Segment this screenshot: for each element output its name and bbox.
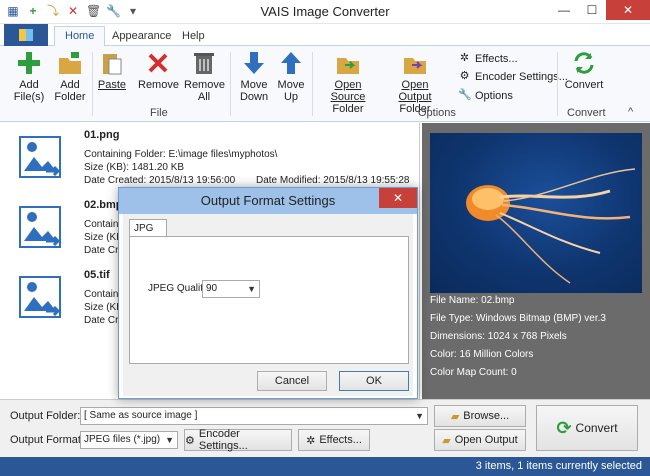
output-panel: Output Folder: [ Same as source image ] ▼… bbox=[0, 399, 650, 457]
group-file-label: File bbox=[150, 107, 168, 119]
add-icon bbox=[18, 52, 40, 74]
jellyfish-image bbox=[466, 168, 636, 284]
file-name: 05.tif bbox=[84, 269, 110, 281]
file-size: Size (KB): 1481.20 KB bbox=[84, 162, 185, 173]
list-item[interactable]: 01.png Containing Folder: E:\image files… bbox=[14, 129, 414, 191]
output-format-label: Output Format: bbox=[10, 434, 84, 446]
options-wrench-icon: 🔧 bbox=[458, 89, 472, 101]
preview-image bbox=[430, 133, 642, 293]
chevron-down-icon: ▼ bbox=[165, 435, 174, 445]
maximize-button[interactable]: ☐ bbox=[578, 0, 606, 20]
encoder-settings-button[interactable]: ⚙ Encoder Settings... bbox=[184, 428, 292, 452]
folder-icon: ▰ bbox=[450, 410, 460, 423]
remove-button[interactable]: Remove bbox=[138, 50, 179, 91]
convert-refresh-icon bbox=[574, 52, 594, 74]
dialog-title: Output Format Settings bbox=[119, 188, 417, 214]
close-button[interactable]: ✕ bbox=[606, 0, 650, 20]
encoder-settings-icon: ⚙ bbox=[459, 70, 470, 82]
file-date-created: Date Created: 2015/8/13 19:56:00 bbox=[84, 175, 236, 186]
app-menu-icon bbox=[19, 29, 33, 41]
file-folder: Containi bbox=[84, 289, 121, 300]
trash-icon bbox=[194, 53, 214, 74]
folder-add-icon bbox=[59, 52, 81, 74]
collapse-ribbon-button[interactable]: ^ bbox=[628, 106, 633, 118]
tab-jpg[interactable]: JPG bbox=[129, 219, 167, 237]
jpg-settings-panel: JPEG Quality: 90 ▼ bbox=[129, 236, 409, 364]
effects-icon: ✲ bbox=[459, 52, 470, 64]
image-file-icon bbox=[19, 206, 62, 248]
output-format-settings-dialog: Output Format Settings ✕ JPG JPEG Qualit… bbox=[118, 187, 418, 399]
group-convert-label: Convert bbox=[567, 107, 606, 119]
preview-color-map: Color Map Count: 0 bbox=[430, 367, 517, 378]
effects-icon: ✲ bbox=[306, 434, 316, 447]
minimize-button[interactable]: — bbox=[550, 0, 578, 20]
image-file-icon bbox=[19, 136, 62, 178]
open-output-button[interactable]: ▰ Open Output bbox=[434, 429, 526, 451]
preview-dimensions: Dimensions: 1024 x 768 Pixels bbox=[430, 331, 567, 342]
file-name: 02.bmp bbox=[84, 199, 123, 211]
remove-x-icon bbox=[148, 53, 168, 73]
ribbon-encoder-settings-button[interactable]: ⚙ Encoder Settings... bbox=[458, 70, 568, 83]
move-down-button[interactable]: Move Down bbox=[236, 50, 272, 103]
title-bar: ▦ + ⤵ ✕ 🗑 🔧 ▾ VAIS Image Converter — ☐ ✕ bbox=[0, 0, 650, 24]
jpeg-quality-select[interactable]: 90 ▼ bbox=[202, 280, 260, 298]
arrow-down-icon bbox=[244, 52, 264, 74]
open-source-folder-icon bbox=[337, 58, 359, 74]
dialog-close-button[interactable]: ✕ bbox=[379, 188, 417, 208]
open-output-folder-button[interactable]: Open Output Folder bbox=[384, 50, 446, 115]
open-output-folder-icon: ▰ bbox=[442, 434, 451, 447]
convert-refresh-icon: ⟳ bbox=[556, 417, 572, 438]
chevron-down-icon: ▼ bbox=[415, 411, 424, 421]
ribbon-tabs: Home Appearance Help bbox=[0, 24, 650, 47]
preview-color: Color: 16 Million Colors bbox=[430, 349, 534, 360]
file-folder: Containi bbox=[84, 219, 121, 230]
dialog-cancel-button[interactable]: Cancel bbox=[257, 371, 327, 391]
output-folder-label: Output Folder: bbox=[10, 410, 81, 422]
move-up-button[interactable]: Move Up bbox=[274, 50, 308, 103]
encoder-settings-icon: ⚙ bbox=[185, 434, 195, 447]
remove-all-button[interactable]: Remove All bbox=[184, 50, 225, 103]
open-source-folder-button[interactable]: Open Source Folder bbox=[318, 50, 378, 115]
output-format-select[interactable]: JPEG files (*.jpg) ▼ bbox=[80, 431, 178, 449]
status-text: 3 items, 1 items currently selected bbox=[475, 460, 642, 472]
preview-pane: File Name: 02.bmp File Type: Windows Bit… bbox=[422, 123, 650, 399]
tab-help[interactable]: Help bbox=[172, 27, 215, 46]
file-menu-button[interactable] bbox=[4, 24, 48, 46]
dialog-body: JPG JPEG Quality: 90 ▼ Cancel OK bbox=[123, 214, 413, 396]
output-folder-select[interactable]: [ Same as source image ] ▼ bbox=[80, 407, 428, 425]
add-files-button[interactable]: Add File(s) bbox=[8, 50, 50, 103]
open-output-folder-icon bbox=[404, 58, 426, 74]
browse-button[interactable]: ▰ Browse... bbox=[434, 405, 526, 427]
ribbon-options-button[interactable]: 🔧 Options bbox=[458, 89, 513, 102]
arrow-up-icon bbox=[281, 52, 301, 74]
tab-appearance[interactable]: Appearance bbox=[102, 27, 181, 46]
paste-icon bbox=[103, 54, 122, 75]
image-file-icon bbox=[19, 276, 62, 318]
preview-file-type: File Type: Windows Bitmap (BMP) ver.3 bbox=[430, 313, 606, 324]
group-options-label: Options bbox=[418, 107, 456, 119]
preview-file-name: File Name: 02.bmp bbox=[430, 295, 515, 306]
ribbon-effects-button[interactable]: ✲ Effects... bbox=[458, 52, 518, 65]
file-folder: Containing Folder: E:\image files\myphot… bbox=[84, 149, 278, 160]
dialog-ok-button[interactable]: OK bbox=[339, 371, 409, 391]
effects-button[interactable]: ✲ Effects... bbox=[298, 429, 370, 451]
status-bar: 3 items, 1 items currently selected bbox=[0, 457, 650, 476]
add-folder-button[interactable]: Add Folder bbox=[50, 50, 90, 103]
paste-button[interactable]: Paste bbox=[96, 50, 128, 91]
file-name: 01.png bbox=[84, 129, 120, 141]
window-controls: — ☐ ✕ bbox=[550, 0, 650, 20]
chevron-down-icon: ▼ bbox=[247, 284, 256, 294]
ribbon-convert-button[interactable]: Convert bbox=[562, 50, 606, 91]
ribbon: Add File(s) Add Folder Paste Remove Remove… bbox=[0, 46, 650, 122]
tab-home[interactable]: Home bbox=[54, 26, 106, 47]
file-date-modified: Date Modified: 2015/8/13 19:55:28 bbox=[256, 175, 410, 186]
convert-button[interactable]: ⟳ Convert bbox=[536, 405, 638, 451]
